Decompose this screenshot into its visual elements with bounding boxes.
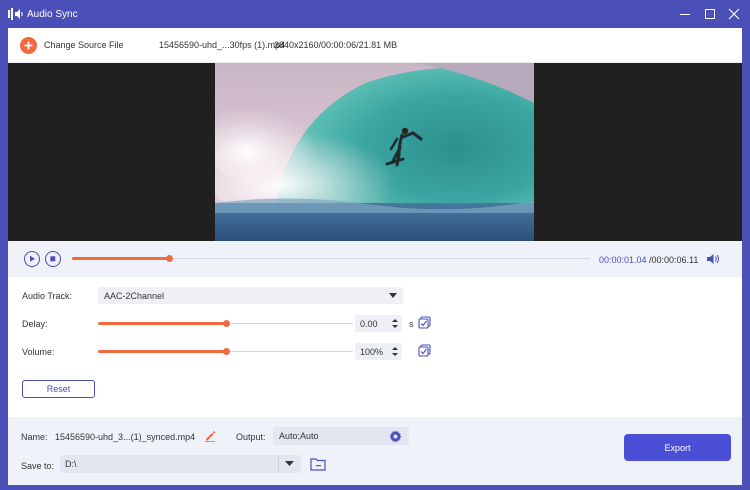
name-label: Name:: [21, 432, 48, 442]
spin-arrows-icon[interactable]: [390, 316, 400, 331]
progress-handle[interactable]: [165, 255, 173, 262]
video-frame-image: [215, 63, 534, 241]
output-footer: Name: 15456590-uhd_3...(1)_synced.mp4 Ou…: [8, 417, 742, 485]
stop-icon: [50, 256, 56, 262]
close-button[interactable]: [726, 6, 742, 22]
audio-sync-icon: [8, 8, 23, 20]
delay-slider-fill: [98, 322, 226, 325]
total-time: /00:00:06.11: [649, 255, 699, 265]
sync-settings: Audio Track: AAC-2Channel Delay: s Volum…: [8, 277, 742, 417]
save-path-select[interactable]: D:\: [60, 455, 301, 473]
gear-icon[interactable]: [389, 430, 402, 443]
output-file-name: 15456590-uhd_3...(1)_synced.mp4: [55, 432, 196, 442]
folder-icon[interactable]: [310, 457, 326, 471]
chevron-down-icon: [285, 461, 294, 466]
reset-button[interactable]: Reset: [22, 380, 95, 398]
delay-unit: s: [409, 319, 414, 329]
output-format-value: Auto;Auto: [279, 431, 319, 441]
current-time: 00:00:01.04: [599, 255, 647, 265]
delay-input[interactable]: [355, 315, 387, 332]
output-label: Output:: [236, 432, 266, 442]
audio-track-value: AAC-2Channel: [104, 291, 165, 301]
select-divider: [278, 457, 279, 471]
playback-controls: 00:00:01.04 /00:00:06.11: [8, 241, 742, 277]
apply-all-checkbox-icon[interactable]: [418, 316, 431, 329]
volume-stepper[interactable]: [355, 343, 402, 360]
audio-track-select[interactable]: AAC-2Channel: [98, 287, 403, 304]
add-source-button[interactable]: [20, 37, 37, 54]
delay-slider-handle[interactable]: [222, 320, 230, 327]
source-file-info: 3840x2160/00:00:06/21.81 MB: [274, 40, 398, 50]
save-to-label: Save to:: [21, 461, 55, 471]
change-source-link[interactable]: Change Source File: [44, 40, 124, 50]
source-bar: Change Source File 15456590-uhd_...30fps…: [8, 28, 742, 63]
audio-sync-window: Change Source File 15456590-uhd_...30fps…: [8, 28, 742, 485]
save-path-value: D:\: [65, 459, 77, 469]
maximize-button[interactable]: [702, 6, 718, 22]
window-title: Audio Sync: [27, 9, 78, 20]
maximize-icon: [705, 9, 715, 19]
title-bar: Audio Sync: [0, 0, 750, 28]
volume-input[interactable]: [355, 343, 387, 360]
plus-icon: [24, 41, 33, 50]
chevron-down-icon: [389, 293, 397, 298]
close-icon: [728, 8, 740, 20]
audio-track-label: Audio Track:: [22, 291, 73, 301]
progress-fill: [72, 257, 169, 260]
video-preview[interactable]: [215, 63, 534, 241]
edit-icon[interactable]: [204, 430, 216, 442]
volume-icon[interactable]: [706, 253, 720, 265]
source-file-name: 15456590-uhd_...30fps (1).mp4: [159, 40, 286, 50]
apply-all-checkbox-icon[interactable]: [418, 344, 431, 357]
export-button[interactable]: Export: [624, 434, 731, 461]
delay-label: Delay:: [22, 319, 48, 329]
minimize-button[interactable]: [677, 6, 693, 22]
stop-button[interactable]: [45, 251, 61, 267]
play-icon: [30, 255, 35, 262]
volume-slider-handle[interactable]: [222, 348, 230, 355]
play-button[interactable]: [24, 251, 40, 267]
volume-label: Volume:: [22, 347, 55, 357]
minimize-icon: [680, 14, 690, 15]
delay-stepper[interactable]: [355, 315, 402, 332]
spin-arrows-icon[interactable]: [390, 344, 400, 359]
volume-slider-fill: [98, 350, 226, 353]
video-player: [8, 63, 742, 241]
